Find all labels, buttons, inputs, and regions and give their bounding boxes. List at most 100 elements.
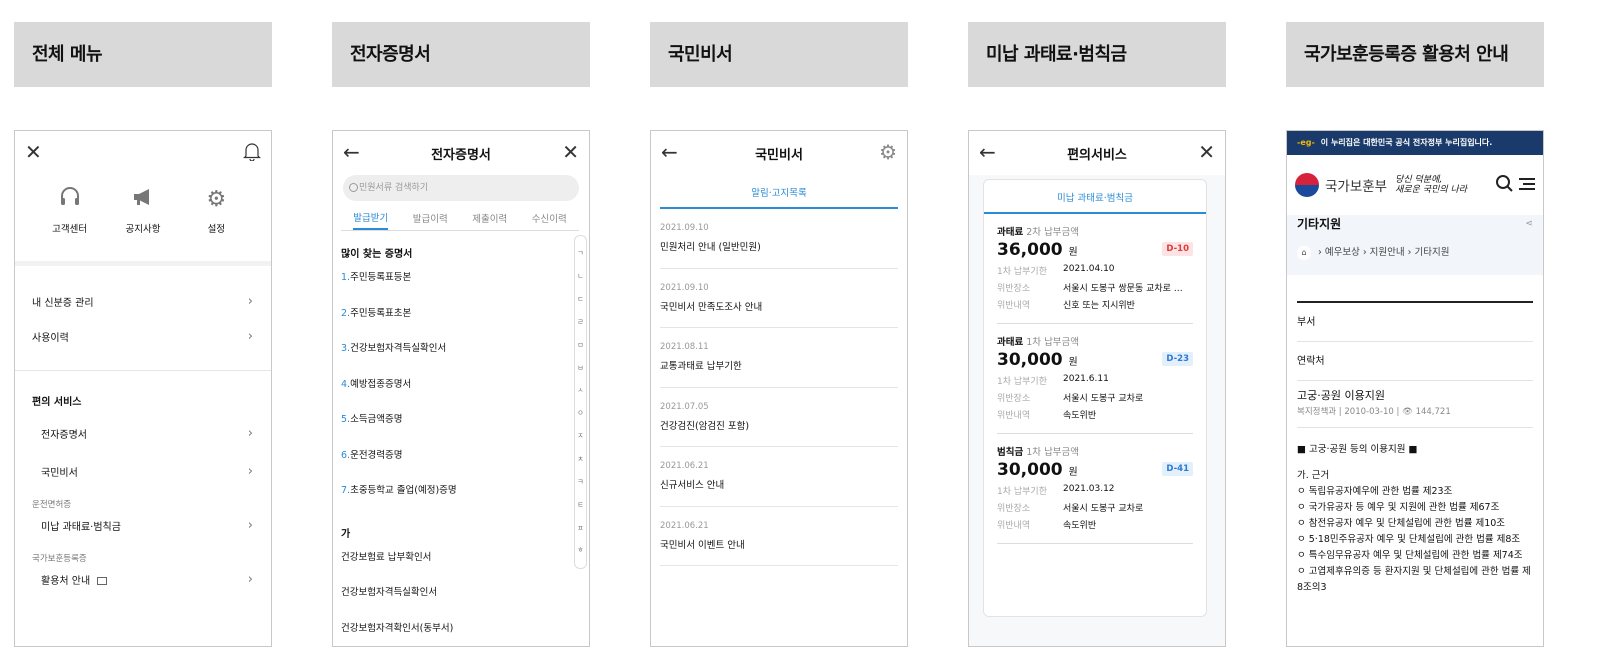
breadcrumb: ⌂ › 예우보상 › 지원안내 › 기타지원	[1297, 244, 1533, 260]
bell-icon[interactable]	[243, 141, 261, 165]
index-letter[interactable]: ㅅ	[575, 385, 586, 395]
dday-badge: D-23	[1162, 352, 1193, 366]
info-row-dept: 부서	[1297, 303, 1533, 342]
dday-badge: D-41	[1162, 462, 1193, 476]
section-title: 많이 찾는 증명서	[341, 249, 413, 260]
index-letter[interactable]: ㄱ	[575, 248, 586, 258]
fine-item[interactable]: 범칙금 1차 납부금액 30,000 원 D-41 1차 납부기한 2021.03.…	[997, 434, 1193, 544]
close-icon[interactable]: ✕	[562, 141, 579, 163]
tab-receive-history[interactable]: 수신이력	[532, 211, 567, 225]
list-item[interactable]: 2021.09.10 국민비서 만족도조사 안내	[660, 269, 898, 328]
list-item[interactable]: 4.예방접종증명서	[333, 375, 589, 411]
gear-icon[interactable]: ⚙	[879, 141, 897, 163]
row-label: 국민비서	[41, 467, 78, 479]
tab-issue-history[interactable]: 발급이력	[413, 211, 448, 225]
phone-screen: ✕ 고객센터 공지사항 ⚙ 설정 내 신분증 관리 › 사용이력 › 편의 서비…	[14, 130, 272, 647]
chevron-right-icon: ›	[247, 571, 253, 587]
close-icon[interactable]: ✕	[25, 141, 42, 163]
taeguk-logo-icon[interactable]	[1295, 173, 1319, 197]
menu-row-id-manage[interactable]: 내 신분증 관리 ›	[15, 284, 271, 319]
section-title: 가	[341, 528, 351, 540]
panel-header: 전체 메뉴	[14, 22, 272, 87]
screen-title: 전자증명서	[431, 148, 491, 163]
index-letter[interactable]: ㄴ	[575, 271, 586, 281]
chevron-right-icon: ›	[247, 463, 253, 479]
menu-row-usage-guide[interactable]: 활용처 안내 ›	[15, 566, 271, 592]
tab-issue[interactable]: 발급받기	[353, 210, 389, 230]
index-letter[interactable]: ㅍ	[575, 523, 586, 533]
dday-badge: D-10	[1162, 242, 1193, 256]
fines-card: 미납 과태료·범칙금 과태료 2차 납부금액 36,000 원 D-10 1차 납…	[983, 179, 1207, 617]
chevron-right-icon: ›	[247, 425, 253, 441]
list-item[interactable]: 건강보험자격득실확인서	[333, 583, 589, 619]
quick-label: 공지사항	[125, 224, 161, 235]
panel-header: 전자증명서	[332, 22, 590, 87]
close-icon[interactable]: ✕	[1198, 141, 1215, 163]
list-item[interactable]: 2021.07.05 건강검진(암검진 포함)	[660, 388, 898, 447]
index-letter[interactable]: ㄷ	[575, 294, 586, 304]
menu-row-secretary[interactable]: 국민비서 ›	[15, 452, 271, 490]
index-letter[interactable]: ㄹ	[575, 317, 586, 327]
index-letter[interactable]: ㅌ	[575, 500, 586, 510]
index-letter[interactable]: ㅎ	[575, 545, 586, 555]
screen-title: 편의서비스	[1067, 148, 1127, 163]
list-item[interactable]: 2.주민등록표초본	[333, 304, 589, 340]
panel-header: 국민비서	[650, 22, 908, 87]
menu-row-history[interactable]: 사용이력 ›	[15, 319, 271, 354]
list-item[interactable]: 2021.06.21 신규서비스 안내	[660, 447, 898, 507]
list-item[interactable]: 5.소득금액증명	[333, 410, 589, 446]
page-title: 기타지원	[1297, 217, 1342, 231]
index-letter[interactable]: ㅊ	[575, 454, 586, 464]
settings-button[interactable]: ⚙ 설정	[186, 185, 246, 235]
breadcrumb-item[interactable]: 기타지원	[1414, 247, 1449, 258]
list-item[interactable]: 2021.06.21 국민비서 이벤트 안내	[660, 507, 898, 566]
phone-screen: ← 전자증명서 ✕ 민원서류 검색하기 발급받기 발급이력 제출이력 수신이력 …	[332, 130, 590, 647]
search-icon[interactable]	[1495, 174, 1513, 196]
list-item[interactable]: 건강보험자격확인서(동부서)	[333, 619, 589, 647]
menu-row-cert[interactable]: 전자증명서 ›	[15, 414, 271, 452]
breadcrumb-item[interactable]: 지원안내	[1370, 247, 1405, 258]
divider	[1297, 427, 1533, 428]
list-item[interactable]: 7.초중등학교 졸업(예정)증명	[333, 481, 589, 517]
list-item[interactable]: 6.운전경력증명	[333, 446, 589, 482]
amount: 30,000	[997, 460, 1063, 480]
index-letter[interactable]: ㅇ	[575, 408, 586, 418]
index-letter[interactable]: ㅋ	[575, 477, 586, 487]
index-scrollbar[interactable]: ㄱ ㄴ ㄷ ㄹ ㅁ ㅂ ㅅ ㅇ ㅈ ㅊ ㅋ ㅌ ㅍ ㅎ	[574, 235, 587, 569]
screen-title: 국민비서	[755, 148, 803, 163]
index-letter[interactable]: ㅂ	[575, 363, 586, 373]
quick-icons: 고객센터 공지사항 ⚙ 설정	[15, 175, 271, 235]
tab-notifications[interactable]: 알림·고지목록	[660, 175, 898, 209]
category-label: 국가보훈등록증	[32, 554, 87, 564]
cert-list: 많이 찾는 증명서 1.주민등록표등본 2.주민등록표초본 3.건강보험자격득실…	[333, 231, 589, 647]
panel-header: 미납 과태료·범칙금	[968, 22, 1226, 87]
org-name[interactable]: 국가보훈부	[1325, 175, 1387, 195]
post-body: ■ 고궁·공원 등의 이용지원 ■ 가. 근거 ㅇ 독립유공자예우에 관한 법률…	[1297, 444, 1531, 593]
menu-row-fines[interactable]: 미납 과태료·범칙금 ›	[15, 512, 271, 538]
index-letter[interactable]: ㅈ	[575, 431, 586, 441]
search-input[interactable]: 민원서류 검색하기	[343, 175, 579, 201]
category-label: 운전면허증	[32, 500, 72, 510]
list-item[interactable]: 2021.08.11 교통과태료 납부기한	[660, 328, 898, 388]
breadcrumb-item[interactable]: 예우보상	[1325, 247, 1360, 258]
amount: 36,000	[997, 240, 1063, 260]
gov-banner: -eg- 이 누리집은 대한민국 공식 전자정부 누리집입니다.	[1287, 131, 1543, 155]
index-letter[interactable]: ㅁ	[575, 340, 586, 350]
tab-unpaid-fines[interactable]: 미납 과태료·범칙금	[984, 180, 1206, 214]
post-meta: 복지정책과 | 2010-03-10 | 👁 144,721	[1297, 407, 1451, 417]
tab-submit-history[interactable]: 제출이력	[472, 211, 507, 225]
home-icon[interactable]: ⌂	[1297, 246, 1311, 260]
list-item[interactable]: 3.건강보험자격득실확인서	[333, 339, 589, 375]
list-item[interactable]: 2021.09.10 민원처리 안내 (일반민원)	[660, 209, 898, 269]
customer-center-button[interactable]: 고객센터	[40, 185, 100, 235]
fine-item[interactable]: 과태료 1차 납부금액 30,000 원 D-23 1차 납부기한 2021.6.1…	[997, 324, 1193, 434]
list-item[interactable]: 1.주민등록표등본	[333, 268, 589, 304]
fine-item[interactable]: 과태료 2차 납부금액 36,000 원 D-10 1차 납부기한 2021.04.…	[997, 214, 1193, 324]
hamburger-menu-icon[interactable]	[1519, 176, 1535, 195]
list-item[interactable]: 건강보험료 납부확인서	[333, 548, 589, 584]
share-icon[interactable]: ⋖	[1525, 219, 1533, 229]
top-bar: ← 국민비서 ⚙	[651, 131, 907, 175]
quick-label: 고객센터	[52, 224, 88, 235]
chevron-right-icon: ›	[247, 294, 253, 309]
notice-button[interactable]: 공지사항	[113, 185, 173, 235]
